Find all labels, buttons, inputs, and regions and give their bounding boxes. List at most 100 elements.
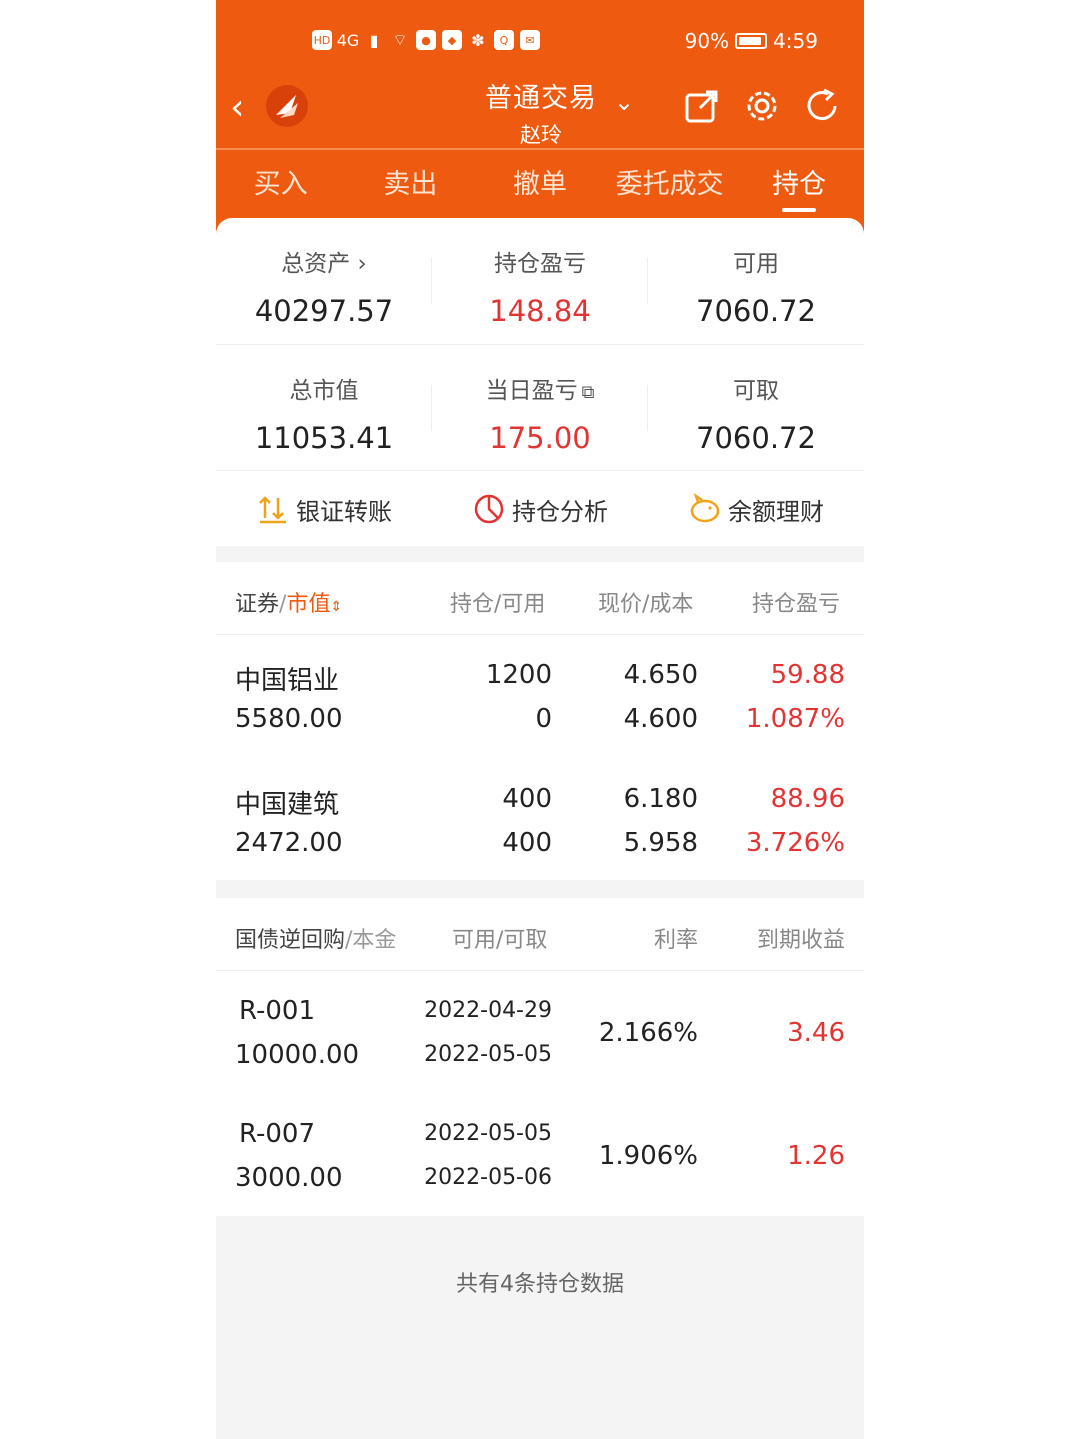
repo-code: R-007 [239, 1119, 316, 1149]
holding-price: 6.180 [623, 784, 698, 814]
signal-icon: ▮ [369, 30, 379, 50]
repo-principal: 3000.00 [235, 1163, 343, 1193]
repo-income: 3.46 [787, 1018, 845, 1048]
position-count-text: 共有4条持仓数据 [456, 1272, 624, 1297]
asset-summary: 总资产 › 40297.57 持仓盈亏 148.84 可用 7060.72 总市… [216, 218, 864, 471]
search-app-icon: Q [494, 30, 514, 50]
holding-value: 5580.00 [235, 704, 343, 734]
daily-pl-cell[interactable]: 当日盈亏 ⧉ 175.00 [432, 345, 648, 471]
holding-pl-pct: 1.087% [745, 704, 845, 734]
pie-chart-icon [474, 494, 504, 524]
external-link-icon[interactable]: ⧉ [582, 382, 595, 403]
daily-pl-label: 当日盈亏 [485, 378, 578, 404]
shortcut-bar: 银证转账 持仓分析 余额理财 [216, 470, 864, 547]
wealth-management-button[interactable]: 余额理财 [648, 471, 864, 547]
share-icon[interactable] [682, 86, 722, 126]
holding-value: 2472.00 [235, 828, 343, 858]
phone-screen: HD 4G ▮ ⌔ ● ◆ ✽ Q ✉ 90% 4:59 ‹ 普通交易 赵玲 ⌄… [216, 0, 864, 1439]
price-header: 现价/成本 [598, 592, 694, 617]
holding-qty: 400 [502, 784, 552, 814]
wechat-icon: ✽ [471, 30, 485, 50]
chevron-down-icon[interactable]: ⌄ [614, 88, 634, 116]
repo-row[interactable]: R-001 10000.00 2022-04-29 2022-05-05 2.1… [216, 970, 864, 1090]
sort-icon[interactable]: ⇕ [330, 599, 342, 615]
broker-logo-icon [266, 85, 308, 127]
repo-row[interactable]: R-007 3000.00 2022-05-05 2022-05-06 1.90… [216, 1093, 864, 1213]
repo-dates-header: 可用/可取 [452, 928, 548, 953]
total-assets-label: 总资产 [281, 251, 351, 277]
position-pl-label: 持仓盈亏 [494, 251, 586, 277]
hd-icon: HD [312, 30, 332, 50]
piggy-bank-icon [690, 492, 720, 523]
back-arrow-icon[interactable]: ‹ [230, 90, 244, 126]
repo-rate-header: 利率 [653, 928, 698, 953]
market-value-label: 总市值 [289, 378, 359, 404]
section-gap [216, 546, 864, 562]
total-assets-cell[interactable]: 总资产 › 40297.57 [216, 218, 432, 344]
status-right: 90% 4:59 [685, 29, 818, 53]
tab-sell[interactable]: 卖出 [346, 150, 476, 220]
position-analysis-button[interactable]: 持仓分析 [432, 471, 648, 547]
repo-yield-header: 到期收益 [756, 928, 845, 953]
holding-pl: 59.88 [770, 660, 845, 690]
chevron-right-icon: › [357, 251, 367, 277]
holding-row[interactable]: 中国铝业 5580.00 1200 0 4.650 4.600 59.88 1.… [216, 634, 864, 754]
withdrawable-cell: 可取 7060.72 [648, 345, 864, 471]
available-cell: 可用 7060.72 [648, 218, 864, 344]
app-icon: ● [416, 30, 436, 50]
repo-name-header: 国债逆回购 [235, 928, 346, 953]
page-title: 普通交易 [485, 83, 597, 114]
holding-avail: 400 [502, 828, 552, 858]
repo-rate: 2.166% [598, 1018, 698, 1048]
available-label: 可用 [733, 251, 779, 277]
holding-avail: 0 [535, 704, 552, 734]
tab-positions[interactable]: 持仓 [734, 150, 864, 220]
holding-name: 中国建筑 [235, 790, 340, 820]
account-name: 赵玲 [520, 123, 562, 147]
repo-header: 国债逆回购/本金 可用/可取 利率 到期收益 [216, 898, 864, 971]
position-header: 持仓/可用 [450, 592, 546, 617]
holding-row[interactable]: 中国建筑 2472.00 400 400 6.180 5.958 88.96 3… [216, 758, 864, 878]
clock: 4:59 [773, 29, 818, 53]
account-switcher[interactable]: 普通交易 赵玲 [466, 76, 616, 149]
refresh-icon[interactable] [802, 86, 842, 126]
market-value-sort-header[interactable]: 市值 [286, 592, 330, 617]
bank-transfer-button[interactable]: 银证转账 [216, 471, 432, 547]
trade-tabs: 买入 卖出 撤单 委托成交 持仓 [216, 150, 864, 220]
tab-buy[interactable]: 买入 [216, 150, 346, 220]
holding-price: 4.650 [623, 660, 698, 690]
repo-date2: 2022-05-06 [424, 1165, 552, 1190]
withdrawable-label: 可取 [733, 378, 779, 404]
pl-header: 持仓盈亏 [752, 592, 841, 617]
holding-pl-pct: 3.726% [745, 828, 845, 858]
position-analysis-label: 持仓分析 [512, 497, 608, 526]
holding-name: 中国铝业 [235, 666, 340, 696]
gear-icon[interactable] [742, 86, 782, 126]
holding-cost: 4.600 [623, 704, 698, 734]
network-icon: 4G [336, 30, 360, 50]
security-header: 证券 [235, 592, 280, 617]
positions-panel: 总资产 › 40297.57 持仓盈亏 148.84 可用 7060.72 总市… [216, 218, 864, 1439]
footer-area: 共有4条持仓数据 [216, 1216, 864, 1439]
holding-qty: 1200 [485, 660, 552, 690]
tab-cancel[interactable]: 撤单 [475, 150, 605, 220]
transfer-arrows-icon [259, 496, 286, 524]
bank-transfer-label: 银证转账 [296, 497, 392, 526]
holdings-header: 证券/市值⇕ 持仓/可用 现价/成本 持仓盈亏 [216, 562, 864, 635]
battery-percent: 90% [684, 29, 730, 53]
section-gap [216, 880, 864, 898]
market-value-cell: 总市值 11053.41 [216, 345, 432, 471]
app-icon: ◆ [442, 30, 462, 50]
available-value: 7060.72 [696, 294, 816, 328]
tab-orders[interactable]: 委托成交 [605, 150, 735, 220]
daily-pl-value: 175.00 [489, 421, 591, 455]
market-value-value: 11053.41 [254, 421, 394, 455]
battery-icon [735, 33, 768, 49]
holding-pl: 88.96 [770, 784, 845, 814]
repo-rate: 1.906% [598, 1141, 698, 1171]
wealth-management-label: 余额理财 [728, 497, 824, 526]
repo-code: R-001 [239, 996, 316, 1026]
nav-bar: ‹ 普通交易 赵玲 ⌄ [216, 70, 864, 149]
holding-cost: 5.958 [623, 828, 698, 858]
withdrawable-value: 7060.72 [696, 421, 816, 455]
